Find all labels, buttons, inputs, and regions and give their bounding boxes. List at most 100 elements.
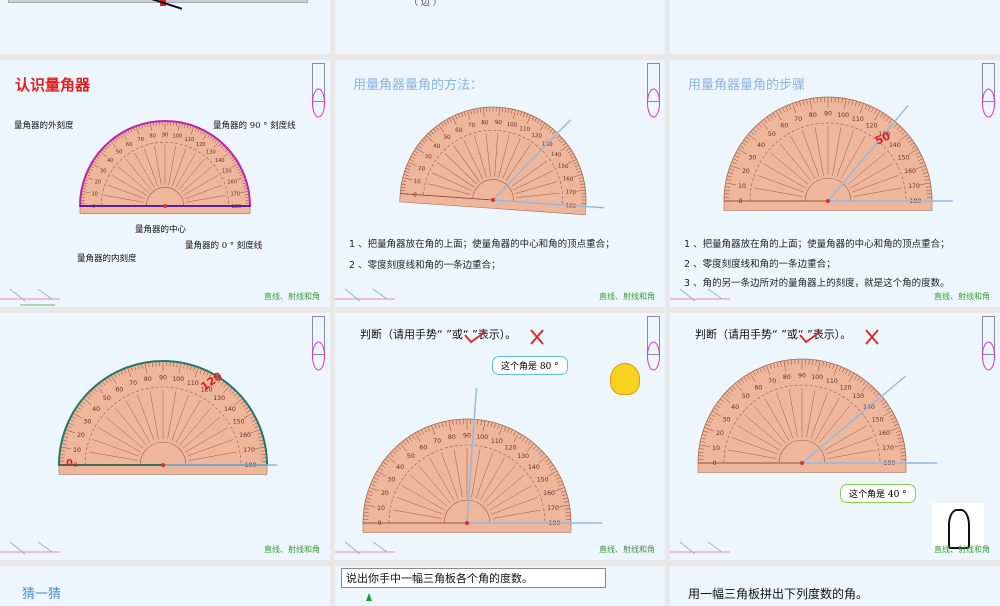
tick-label: 30 xyxy=(100,168,106,174)
slide-triangle-make[interactable]: 用一幅三角板拼出下列度数的角。 xyxy=(670,566,1000,606)
side-text: （ 边 ） xyxy=(409,0,442,8)
tick-label: 140 xyxy=(889,142,901,149)
tick xyxy=(581,200,586,201)
tick-label: 110 xyxy=(852,116,864,123)
decor-side-shape xyxy=(982,63,995,125)
slide-measure-steps[interactable]: 用量角器量角的步骤 180170160150140130120110100908… xyxy=(670,60,1000,307)
slide-guess[interactable]: 猜一猜 xyxy=(0,566,330,606)
slide-thumbnail-top-right[interactable] xyxy=(670,0,1000,54)
tick-label: 160 xyxy=(904,168,916,175)
tick-label: 100 xyxy=(172,376,184,383)
tick-label: 170 xyxy=(230,192,240,198)
decor-lines xyxy=(670,287,740,307)
tick-label: 50 xyxy=(742,393,750,400)
tick-label: 180 xyxy=(565,203,576,210)
tick-label: 150 xyxy=(872,416,884,423)
tick-label: 130 xyxy=(852,393,864,400)
tick-label: 40 xyxy=(433,143,441,150)
label-90-line: 量角器的 90 ° 刻度线 xyxy=(213,119,296,131)
tick-label: 130 xyxy=(517,453,529,460)
label-center: 量角器的中心 xyxy=(135,223,186,235)
tick-label: 50 xyxy=(407,453,415,460)
protractor-diagram: 1801701601501401301201101009080706050403… xyxy=(0,60,330,307)
label-outer-scale: 量角器的外刻度 xyxy=(14,119,74,131)
center-point xyxy=(826,199,830,203)
tick-label: 170 xyxy=(882,445,894,452)
tick-label: 30 xyxy=(722,416,730,423)
tick-label: 70 xyxy=(137,137,143,143)
tick-label: 160 xyxy=(562,176,573,183)
tick-label: 50 xyxy=(443,135,451,142)
step-1: 1 、把量角器放在角的上面；使量角器的中心和角的顶点重合； xyxy=(349,236,615,250)
tick-label: 20 xyxy=(95,180,101,186)
tick-label: 70 xyxy=(433,438,441,445)
decor-side-shape xyxy=(647,316,660,378)
step-1: 1 、把量角器放在角的上面；使量角器的中心和角的顶点重合； xyxy=(684,236,950,250)
decor-side-shape xyxy=(312,316,325,378)
tick-label: 70 xyxy=(468,123,476,130)
tick-label: 20 xyxy=(418,166,426,173)
tick-label: 40 xyxy=(92,406,100,413)
tick-label: 70 xyxy=(129,380,137,387)
center-point xyxy=(491,198,495,202)
tick-label: 170 xyxy=(565,189,576,196)
tick-label: 160 xyxy=(239,432,251,439)
tick-label: 10 xyxy=(91,192,97,198)
tick-label: 110 xyxy=(185,137,195,143)
tick-label: 110 xyxy=(519,126,530,133)
slide-footer: 直线、射线和角 xyxy=(264,291,320,302)
tick-label: 20 xyxy=(742,168,750,175)
tick-label: 180 xyxy=(232,204,242,210)
slide-footer: 直线、射线和角 xyxy=(934,291,990,302)
tick-label: 150 xyxy=(233,418,245,425)
center-point xyxy=(465,521,469,525)
tick-label: 30 xyxy=(83,418,91,425)
tick-label: 110 xyxy=(491,438,503,445)
slide-thumbnail-top-left[interactable] xyxy=(0,0,330,54)
decor-lines xyxy=(670,540,740,560)
tick-label: 90 xyxy=(162,133,168,139)
tick-label: 40 xyxy=(107,158,113,164)
tick-label: 130 xyxy=(213,395,225,402)
tick-label: 0 xyxy=(378,520,382,527)
speech-bubble: 这个角是 40 ° xyxy=(840,484,916,503)
tick-label: 80 xyxy=(144,376,152,383)
tick-label: 120 xyxy=(531,133,542,140)
protractor: 1801701601501401301201101009080706050403… xyxy=(59,361,267,474)
slide-footer: 直线、射线和角 xyxy=(599,544,655,555)
reading-mark-0: 0 xyxy=(66,458,73,469)
step-2: 2 、零度刻度线和角的一条边重合； xyxy=(349,257,501,271)
tick-label: 50 xyxy=(103,395,111,402)
tick-label: 60 xyxy=(754,384,762,391)
tick-label: 0 xyxy=(92,204,95,210)
tick-label: 60 xyxy=(126,142,132,148)
slide-recognize-protractor[interactable]: 1801701601501401301201101009080706050403… xyxy=(0,60,330,307)
tick-label: 100 xyxy=(811,374,823,381)
slide-judge-80[interactable]: 判断（请用手势“ ”或“ ”表示）。 这个角是 80 ° 18017016015… xyxy=(335,313,665,560)
slide-reading-120[interactable]: 1801701601501401301201101009080706050403… xyxy=(0,313,330,560)
tick-label: 60 xyxy=(455,128,463,135)
slide-footer: 直线、射线和角 xyxy=(264,544,320,555)
tick-label: 120 xyxy=(866,122,878,129)
tick-label: 90 xyxy=(159,375,167,382)
tick-label: 70 xyxy=(794,116,802,123)
tick-label: 40 xyxy=(757,142,765,149)
decor-lines xyxy=(0,540,70,560)
tick-label: 30 xyxy=(424,154,432,161)
tick-label: 130 xyxy=(206,149,216,155)
slide-title: 猜一猜 xyxy=(22,583,61,602)
decor-lines xyxy=(335,287,405,307)
protractor-diagram: 1801701601501401301201101009080706050403… xyxy=(0,313,330,560)
slide-thumbnail-top-middle[interactable]: （ 边 ） xyxy=(335,0,665,54)
tick-label: 80 xyxy=(783,374,791,381)
tick-label: 150 xyxy=(222,168,232,174)
tick-label: 10 xyxy=(73,447,81,454)
slide-footer: 直线、射线和角 xyxy=(934,544,990,555)
tick-label: 150 xyxy=(898,154,910,161)
slide-triangle-ask[interactable]: 说出你手中一幅三角板各个角的度数。 xyxy=(335,566,665,606)
slide-judge-40[interactable]: 判断（请用手势“ ”或“ ”表示）。 180170160150140130120… xyxy=(670,313,1000,560)
slide-measure-method[interactable]: 用量角器量角的方法： 18017016015014013012011010090… xyxy=(335,60,665,307)
tick-label: 120 xyxy=(505,444,517,451)
instruction-text: 用一幅三角板拼出下列度数的角。 xyxy=(688,585,868,602)
tick-label: 80 xyxy=(481,120,489,127)
